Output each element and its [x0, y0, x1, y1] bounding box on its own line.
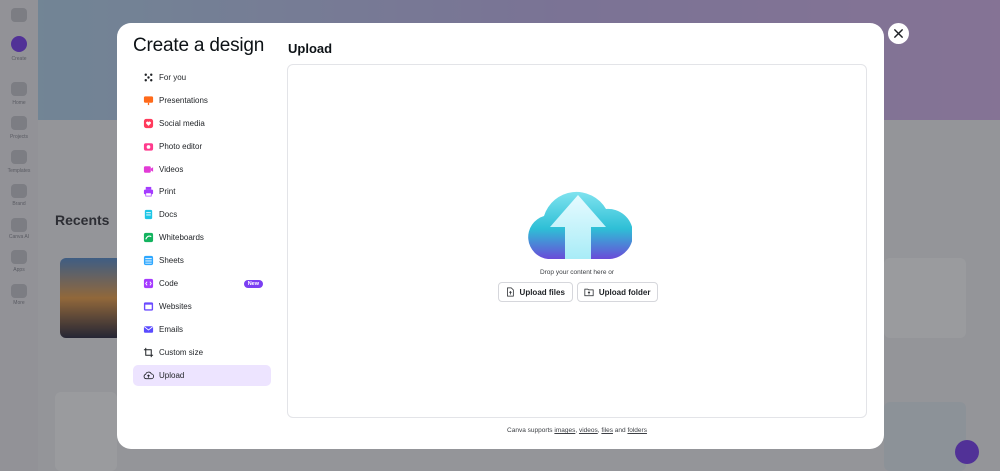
nav-item-whiteboards[interactable]: Whiteboards — [133, 227, 271, 248]
nav-label: Social media — [159, 118, 205, 128]
nav-label: Presentations — [159, 95, 208, 105]
design-type-nav: For you Presentations Social media Photo… — [133, 67, 271, 387]
nav-label: Code — [159, 279, 179, 289]
printer-icon — [143, 186, 154, 197]
files-link[interactable]: files — [601, 427, 613, 434]
cloud-upload-icon — [143, 370, 154, 381]
file-icon — [506, 287, 514, 297]
close-icon — [894, 29, 903, 38]
email-icon — [143, 324, 154, 335]
nav-item-upload[interactable]: Upload — [133, 364, 271, 386]
nav-item-sheets[interactable]: Sheets — [133, 250, 271, 271]
nav-label: Docs — [159, 210, 178, 220]
nav-label: Whiteboards — [159, 233, 204, 243]
new-badge: New — [243, 279, 263, 288]
custom-size-icon — [143, 347, 154, 358]
upload-dropzone[interactable]: Drop your content here or Upload files U… — [287, 64, 867, 418]
code-icon — [143, 278, 154, 289]
create-design-modal: Create a design For you Presentations So… — [117, 23, 884, 449]
modal-title: Create a design — [133, 35, 265, 56]
nav-item-docs[interactable]: Docs — [133, 204, 271, 225]
support-prefix: Canva supports — [507, 427, 553, 434]
nav-label: For you — [159, 73, 187, 82]
doc-icon — [143, 209, 154, 220]
folders-link[interactable]: folders — [627, 427, 647, 434]
upload-files-button[interactable]: Upload files — [497, 282, 573, 302]
nav-label: Photo editor — [159, 141, 203, 151]
nav-item-social-media[interactable]: Social media — [133, 113, 271, 134]
heart-icon — [143, 118, 154, 129]
nav-item-code[interactable]: Code New — [133, 273, 271, 294]
nav-item-photo-editor[interactable]: Photo editor — [133, 136, 271, 157]
videos-link[interactable]: videos — [579, 427, 598, 434]
upload-buttons: Upload files Upload folder — [288, 282, 866, 302]
video-icon — [143, 164, 154, 175]
sparkle-icon — [143, 72, 154, 83]
cloud-upload-illustration-icon — [528, 191, 632, 259]
nav-label: Emails — [159, 324, 184, 334]
upload-folder-button[interactable]: Upload folder — [576, 282, 659, 302]
nav-item-presentations[interactable]: Presentations — [133, 90, 271, 111]
support-and: and — [614, 427, 626, 434]
drop-prompt: Drop your content here or — [539, 269, 615, 276]
nav-label: Videos — [159, 164, 184, 174]
nav-item-websites[interactable]: Websites — [133, 296, 271, 317]
nav-item-for-you[interactable]: For you — [133, 67, 271, 88]
sheet-icon — [143, 255, 154, 266]
nav-label: Custom size — [159, 347, 204, 357]
camera-icon — [143, 141, 154, 152]
supported-formats-note: Canva supports images, videos, files and… — [507, 427, 647, 434]
section-title: Upload — [288, 41, 333, 56]
nav-item-custom-size[interactable]: Custom size — [133, 342, 271, 363]
whiteboard-icon — [143, 232, 154, 243]
close-modal-button[interactable] — [888, 23, 909, 44]
nav-label: Sheets — [159, 256, 184, 266]
nav-label: Upload — [159, 370, 185, 380]
website-icon — [143, 301, 154, 312]
nav-item-emails[interactable]: Emails — [133, 319, 271, 340]
images-link[interactable]: images — [554, 427, 575, 434]
nav-item-videos[interactable]: Videos — [133, 159, 271, 180]
nav-label: Websites — [159, 301, 192, 311]
nav-item-print[interactable]: Print — [133, 181, 271, 202]
presentation-icon — [143, 95, 154, 106]
upload-folder-label: Upload folder — [598, 287, 651, 297]
folder-icon — [584, 288, 594, 297]
upload-files-label: Upload files — [519, 287, 565, 297]
nav-label: Print — [159, 187, 176, 197]
